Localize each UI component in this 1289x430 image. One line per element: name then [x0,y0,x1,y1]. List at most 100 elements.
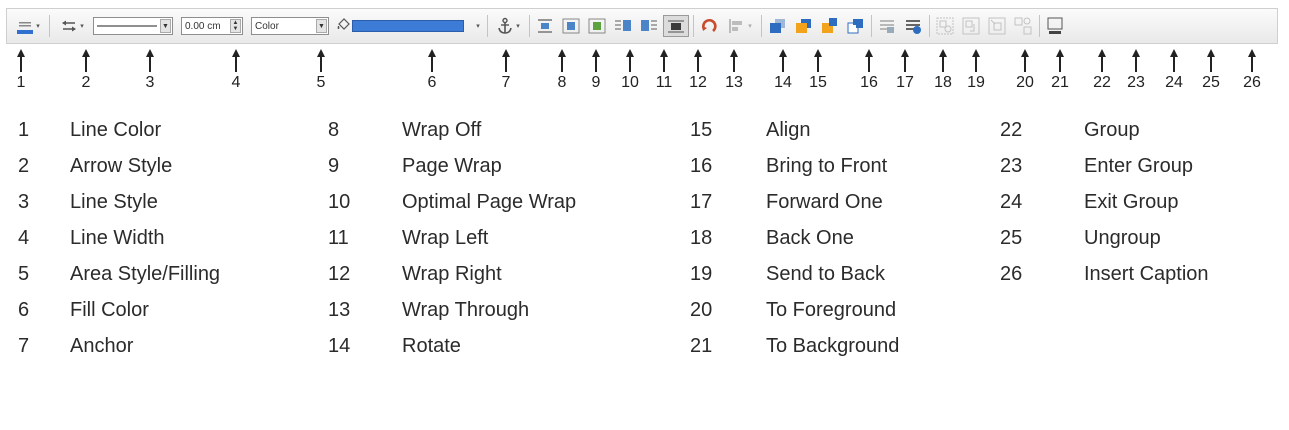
separator [1039,15,1040,37]
fill-color-dropdown[interactable]: ▾ [333,15,483,37]
bring-to-front-button[interactable] [765,15,789,37]
legend-item-number: 14 [328,334,351,357]
legend-item-label: Page Wrap [402,154,502,177]
anchor-button[interactable]: ▾ [491,15,525,37]
back-one-button[interactable] [817,15,841,37]
to-background-icon [906,20,921,34]
legend-column: 15 Align 16 Bring to Front 17 Forward One 18 Ba… [690,112,899,364]
callout-arrowhead [1170,49,1178,57]
callout-number: 11 [655,74,673,91]
forward-one-icon [796,19,811,33]
wrap-off-button[interactable] [533,15,557,37]
callout-number: 4 [231,74,241,91]
callout-arrowhead [1248,49,1256,57]
group-button[interactable] [933,15,957,37]
enter-group-button[interactable] [959,15,983,37]
legend-item: 13 Wrap Through [328,292,576,328]
legend-item: 26 Insert Caption [1000,256,1209,292]
callout-arrowhead [82,49,90,57]
callout-arrowhead [694,49,702,57]
legend-item-label: Enter Group [1084,154,1193,177]
legend-item-label: Back One [766,226,854,249]
callout-number: 22 [1093,74,1111,91]
legend-item-number: 7 [18,334,30,357]
line-width-field[interactable]: 0.00 cm ▲ ▼ [181,15,243,37]
separator [487,15,488,37]
callout-arrowhead [17,49,25,57]
area-style-dropdown[interactable]: Color ▼ [251,15,329,37]
legend-item: 18 Back One [690,220,899,256]
ungroup-button[interactable] [1011,15,1035,37]
legend-item-number: 3 [18,190,30,213]
align-button[interactable]: ▾ [723,15,757,37]
rotate-icon [702,18,717,33]
wrap-through-button[interactable] [663,15,689,37]
exit-group-button[interactable] [985,15,1009,37]
legend-item-number: 15 [690,118,713,141]
legend-item-label: Group [1084,118,1140,141]
dropdown-arrow-icon[interactable]: ▾ [516,22,520,30]
chevron-down-icon[interactable]: ▼ [160,19,171,33]
line-color-icon [17,22,34,34]
legend-item: 12 Wrap Right [328,256,576,292]
line-color-button[interactable]: ▾ [11,15,45,37]
legend-item: 1 Line Color [18,112,220,148]
chevron-down-icon[interactable]: ▼ [316,19,327,33]
page-wrap-button[interactable] [559,15,583,37]
separator [693,15,694,37]
to-background-button[interactable] [901,15,925,37]
optimal-page-wrap-button[interactable] [585,15,609,37]
separator [761,15,762,37]
callout-number: 14 [774,74,792,91]
callout-number: 6 [427,74,437,91]
forward-one-button[interactable] [791,15,815,37]
legend-item-number: 10 [328,190,351,213]
to-foreground-button[interactable] [875,15,899,37]
legend-item-label: Insert Caption [1084,262,1209,285]
legend-item-label: Area Style/Filling [70,262,221,285]
legend-column: 1 Line Color 2 Arrow Style 3 Line Style 4 Line … [18,112,220,364]
legend-item: 3 Line Style [18,184,220,220]
arrow-style-button[interactable]: ▾ [55,15,89,37]
dropdown-arrow-icon[interactable]: ▾ [748,22,752,30]
legend-item-label: Rotate [402,334,461,357]
legend-item-number: 24 [1000,190,1023,213]
legend-item-label: Bring to Front [766,154,888,177]
legend-item: 7 Anchor [18,328,220,364]
legend-item-number: 17 [690,190,713,213]
rotate-button[interactable] [697,15,721,37]
callout-arrowhead [232,49,240,57]
legend-item: 21 To Background [690,328,899,364]
wrap-right-button[interactable] [637,15,661,37]
dropdown-arrow-icon[interactable]: ▾ [36,22,40,30]
line-width-value: 0.00 cm [185,20,221,32]
callout-number: 15 [809,74,827,91]
dropdown-arrow-icon[interactable]: ▾ [80,22,84,30]
callout-arrowhead [1207,49,1215,57]
callout-number: 2 [81,74,91,91]
dropdown-arrow-icon[interactable]: ▾ [476,22,480,30]
legend-item-number: 21 [690,334,713,357]
callout-arrowhead [901,49,909,57]
spin-button-icon[interactable]: ▲ ▼ [230,19,241,33]
wrap-left-button[interactable] [611,15,635,37]
insert-caption-button[interactable] [1043,15,1067,37]
legend-item: 6 Fill Color [18,292,220,328]
callout-number: 21 [1051,74,1069,91]
send-to-back-button[interactable] [843,15,867,37]
callout-number: 17 [896,74,914,91]
separator [929,15,930,37]
legend-item: 2 Arrow Style [18,148,220,184]
legend-item-number: 6 [18,298,30,321]
legend-item-label: Line Style [70,190,158,213]
callout-arrowhead [1098,49,1106,57]
fill-color-swatch [352,20,465,32]
legend-item-label: Anchor [70,334,134,357]
callout-number: 7 [501,74,511,91]
wrap-right-icon [641,20,657,31]
callout-number: 16 [860,74,878,91]
line-style-dropdown[interactable]: ▼ [93,15,173,37]
legend-item-label: Fill Color [70,298,149,321]
align-icon [729,19,743,33]
callout-row: 1 2 3 4 5 6 7 8 9 10 11 12 13 14 15 16 17 18 19 20 21 22 23 24 2… [0,48,1289,98]
